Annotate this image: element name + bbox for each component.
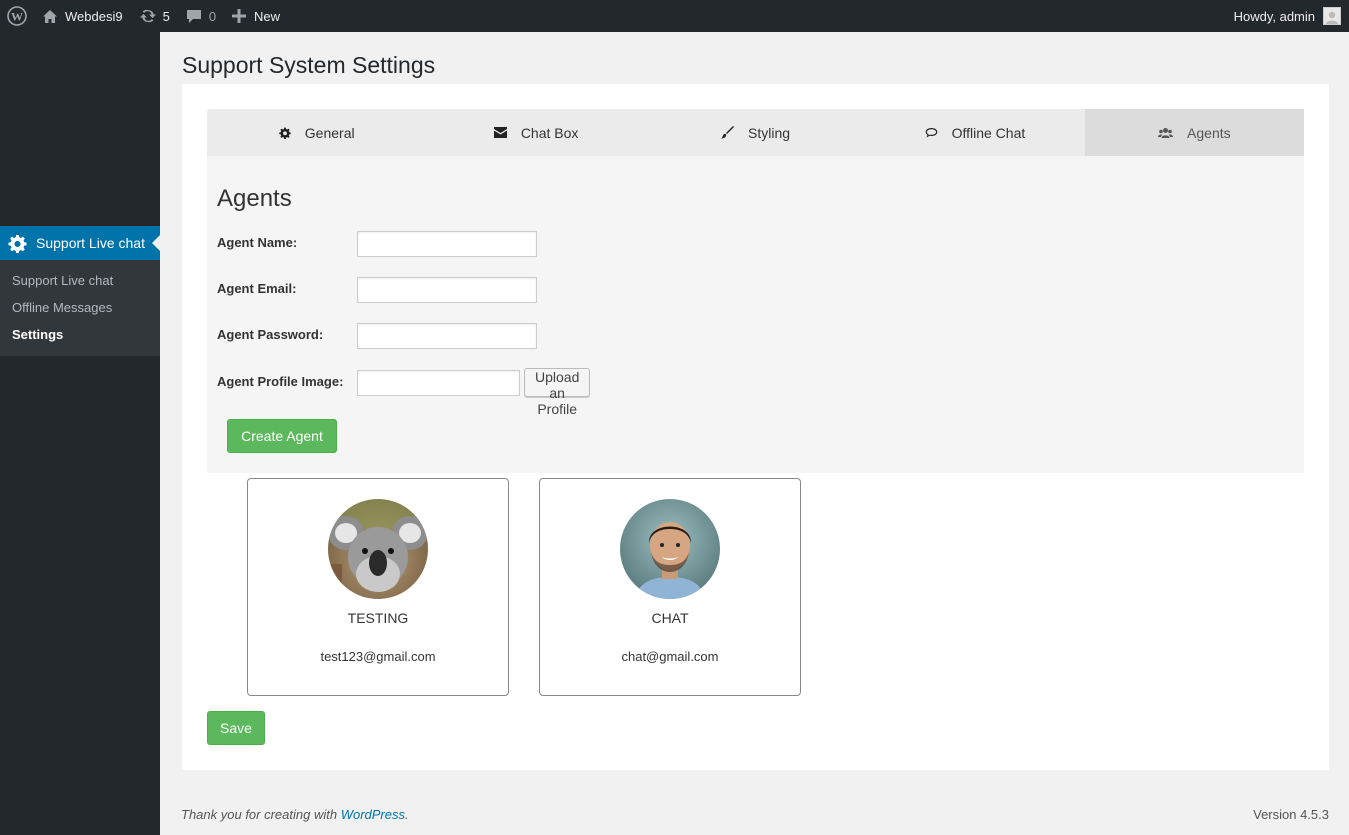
tab-label: Chat Box	[520, 124, 579, 141]
tab-offline-chat[interactable]: Offline Chat	[865, 109, 1084, 156]
greeting: Howdy, admin	[1233, 8, 1315, 24]
tab-label: General	[304, 124, 355, 141]
agent-password-label: Agent Password:	[217, 327, 324, 342]
agent-form: Agents Agent Name: Agent Email: Agent Pa…	[207, 156, 1304, 473]
tab-label: Offline Chat	[951, 124, 1026, 141]
updates-link[interactable]: 5	[131, 0, 178, 32]
sidebar-menu-label: Support Live chat	[36, 235, 145, 251]
page-title: Support System Settings	[182, 52, 436, 78]
sidebar-menu-support-live-chat[interactable]: Support Live chat	[0, 226, 160, 260]
agent-email: test123@gmail.com	[320, 649, 436, 664]
footer-version: Version 4.5.3	[1253, 807, 1329, 822]
refresh-icon	[139, 9, 156, 23]
agent-email: chat@gmail.com	[621, 649, 719, 664]
comment-icon	[925, 128, 937, 138]
sidebar-item-offline-messages[interactable]: Offline Messages	[0, 294, 160, 321]
agent-name-label: Agent Name:	[217, 235, 298, 250]
agent-avatar-man	[620, 499, 720, 599]
current-menu-arrow	[152, 235, 160, 251]
envelope-icon	[493, 127, 507, 138]
agent-name: TESTING	[347, 610, 409, 626]
sidebar-item-support-live-chat[interactable]: Support Live chat	[0, 267, 160, 294]
sidebar-submenu: Support Live chat Offline Messages Setti…	[0, 260, 160, 356]
agent-name-input[interactable]	[357, 231, 537, 257]
wordpress-link[interactable]: WordPress	[341, 807, 405, 822]
tab-agents[interactable]: Agents	[1084, 109, 1305, 156]
create-agent-button[interactable]: Create Agent	[227, 419, 337, 453]
save-button[interactable]: Save	[207, 711, 265, 745]
new-content-link[interactable]: New	[224, 0, 288, 32]
wordpress-logo-icon[interactable]: W	[0, 0, 34, 32]
footer-thanks: Thank you for creating with WordPress.	[181, 807, 409, 822]
agent-password-input[interactable]	[357, 323, 537, 349]
svg-text:W: W	[11, 10, 23, 24]
settings-panel: General Chat Box Styling Offline Chat Ag…	[182, 84, 1329, 770]
agent-email-input[interactable]	[357, 277, 537, 303]
plus-icon	[232, 9, 247, 23]
comments-link[interactable]: 0	[178, 0, 224, 32]
users-icon	[1158, 127, 1174, 138]
home-icon	[43, 9, 57, 23]
footer-thanks-text: Thank you for creating with	[181, 807, 341, 822]
agent-avatar-koala	[328, 499, 428, 599]
section-heading: Agents	[217, 185, 292, 212]
agent-email-label: Agent Email:	[217, 281, 297, 296]
agent-image-input[interactable]	[357, 370, 520, 396]
tab-general[interactable]: General	[207, 109, 426, 156]
admin-sidebar: Support Live chat Support Live chat Offl…	[0, 32, 160, 835]
updates-count: 5	[162, 8, 170, 24]
gear-icon	[279, 127, 291, 139]
avatar	[1323, 7, 1341, 25]
new-label: New	[254, 8, 281, 24]
site-name-link[interactable]: Webdesi9	[34, 0, 131, 32]
upload-profile-button[interactable]: Upload an Profile	[524, 368, 591, 417]
comment-bubble-icon	[186, 9, 201, 23]
agent-image-label: Agent Profile Image:	[217, 374, 344, 389]
agent-name: CHAT	[651, 610, 689, 626]
comments-count: 0	[208, 8, 217, 24]
footer-suffix: .	[405, 807, 409, 822]
agent-card: CHAT chat@gmail.com	[539, 478, 801, 696]
tab-label: Agents	[1187, 124, 1231, 141]
sidebar-item-settings[interactable]: Settings	[0, 321, 160, 348]
tab-label: Styling	[748, 124, 791, 141]
agent-card: TESTING test123@gmail.com	[247, 478, 509, 696]
brush-icon	[721, 126, 734, 139]
admin-bar: W Webdesi9 5 0 New Howdy, admin	[0, 0, 1349, 32]
tab-styling[interactable]: Styling	[646, 109, 865, 156]
my-account-link[interactable]: Howdy, admin	[1226, 0, 1349, 32]
gear-icon	[8, 234, 27, 253]
tab-chat-box[interactable]: Chat Box	[426, 109, 645, 156]
site-name: Webdesi9	[65, 8, 123, 24]
settings-tabs: General Chat Box Styling Offline Chat Ag…	[207, 109, 1305, 156]
